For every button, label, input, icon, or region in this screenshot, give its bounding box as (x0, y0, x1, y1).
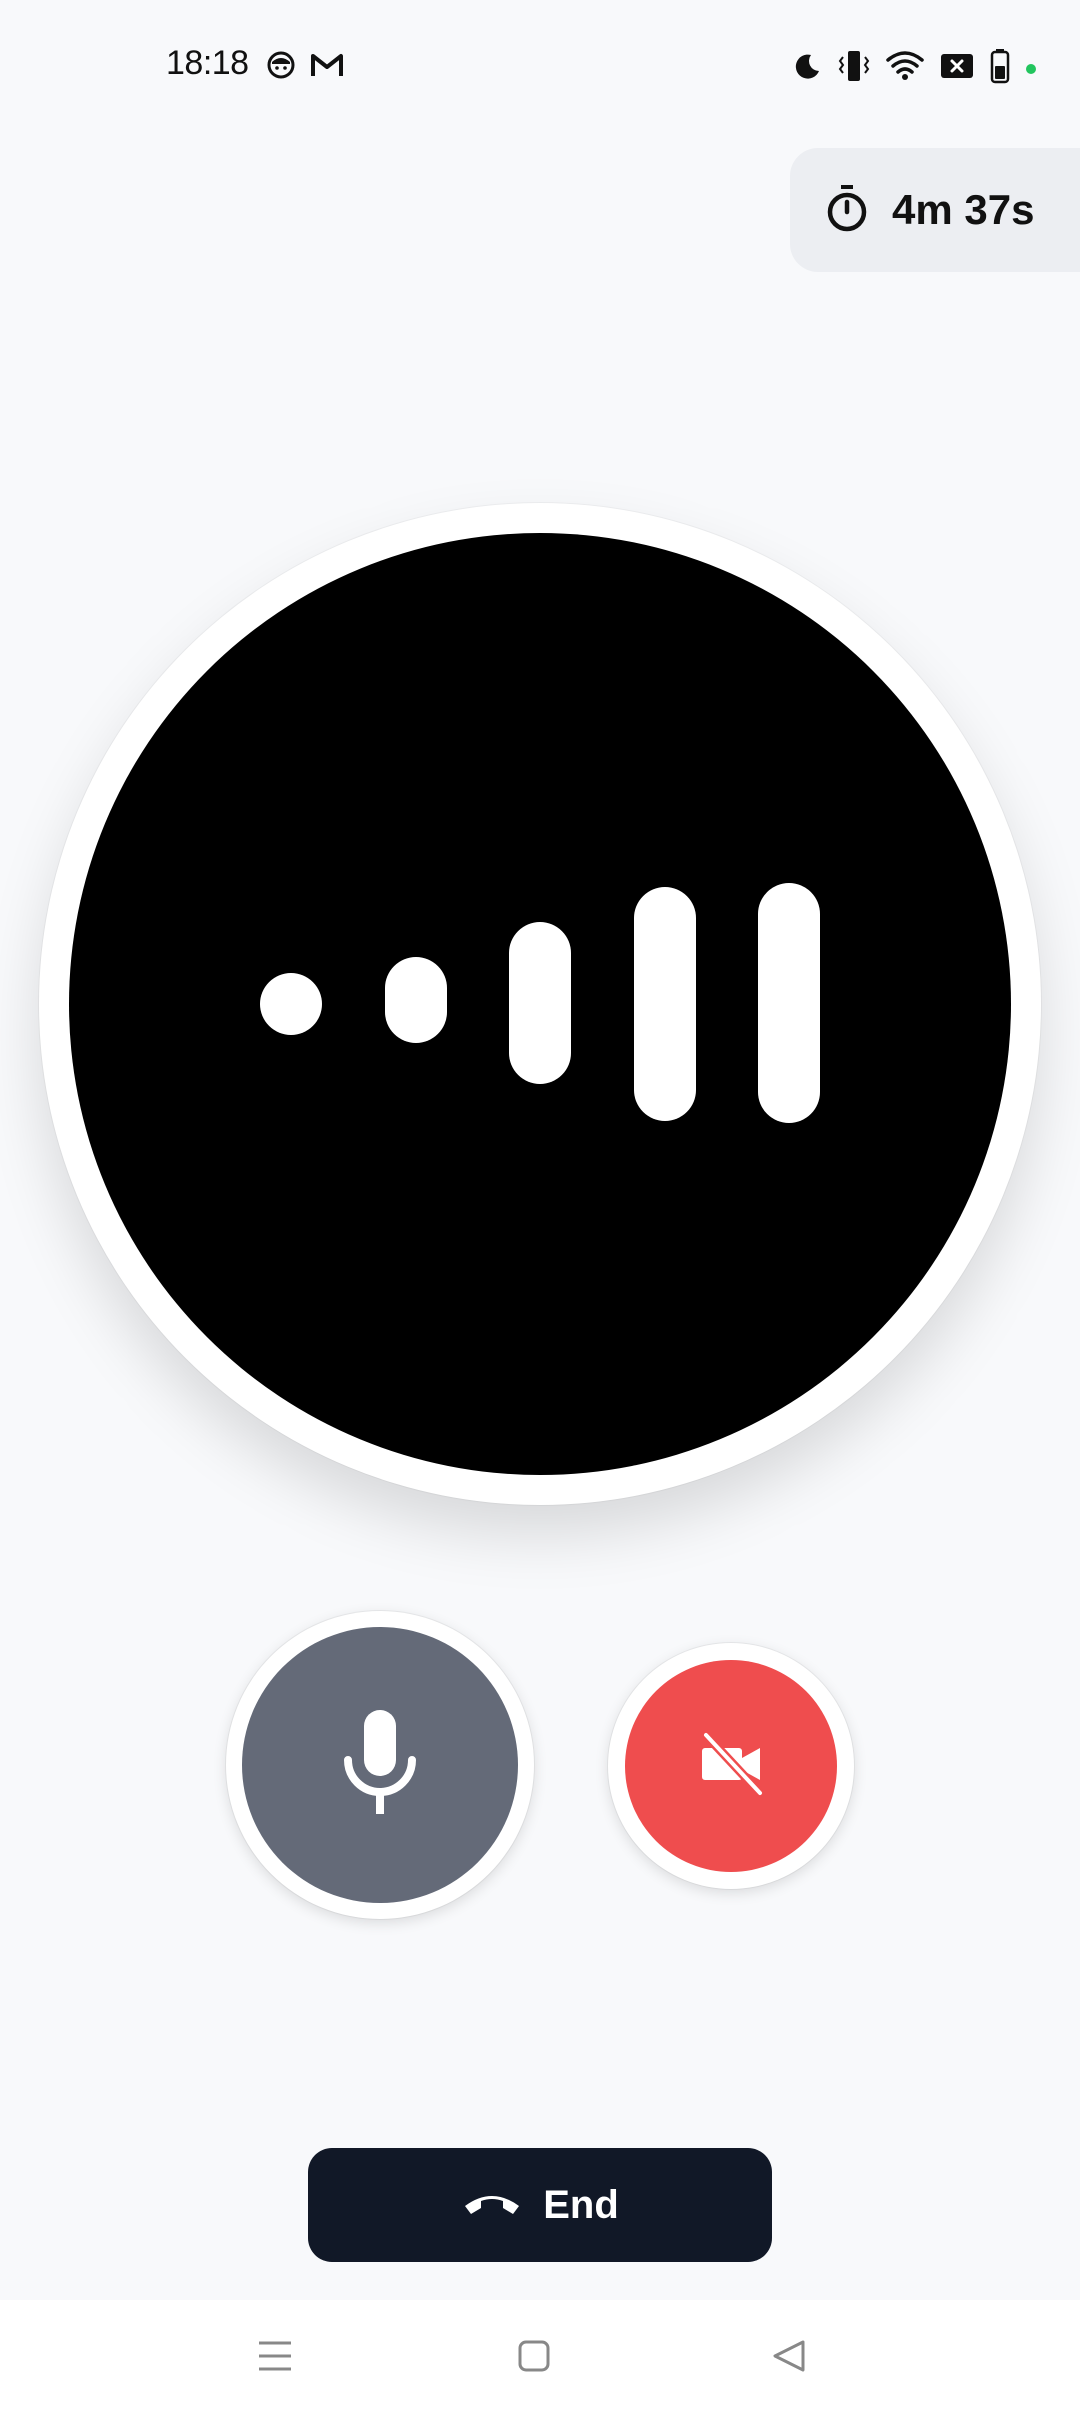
microphone-button[interactable] (226, 1611, 534, 1919)
avatar-background (69, 533, 1011, 1475)
battery-icon (990, 48, 1010, 89)
vibrate-icon (838, 49, 870, 88)
microphone-icon (340, 1708, 420, 1823)
assistant-avatar (39, 503, 1041, 1505)
voice-bar-4 (634, 887, 696, 1121)
voice-bar-1 (260, 973, 322, 1035)
camera-button[interactable] (608, 1643, 854, 1889)
data-off-icon (940, 51, 974, 86)
voice-bar-2 (385, 957, 447, 1043)
status-right-icons (792, 48, 1036, 89)
end-call-button[interactable]: End (308, 2148, 772, 2262)
voice-bar-3 (509, 922, 571, 1084)
status-bar: 18:18 (0, 0, 1080, 140)
stopwatch-icon (824, 183, 870, 238)
call-timer: 4m 37s (790, 148, 1080, 272)
home-icon[interactable] (518, 2336, 550, 2381)
camera-button-face[interactable] (625, 1660, 837, 1872)
back-icon[interactable] (772, 2336, 806, 2381)
wifi-icon (886, 50, 924, 87)
status-time: 18:18 (166, 44, 249, 82)
voice-bar-5 (758, 883, 820, 1123)
status-left-icons (266, 50, 344, 85)
recording-indicator-dot (1026, 63, 1036, 74)
end-call-label: End (543, 2182, 619, 2227)
system-navigation-bar (0, 2300, 1080, 2412)
gmail-icon (310, 50, 344, 85)
video-off-icon (698, 1731, 764, 1802)
hang-up-icon (461, 2188, 523, 2223)
moon-icon (792, 51, 822, 86)
menu-icon[interactable] (258, 2336, 292, 2381)
voice-level-icon (260, 883, 820, 1123)
microphone-button-face[interactable] (242, 1627, 518, 1903)
timer-elapsed: 4m 37s (892, 186, 1035, 233)
face-icon (266, 50, 296, 85)
